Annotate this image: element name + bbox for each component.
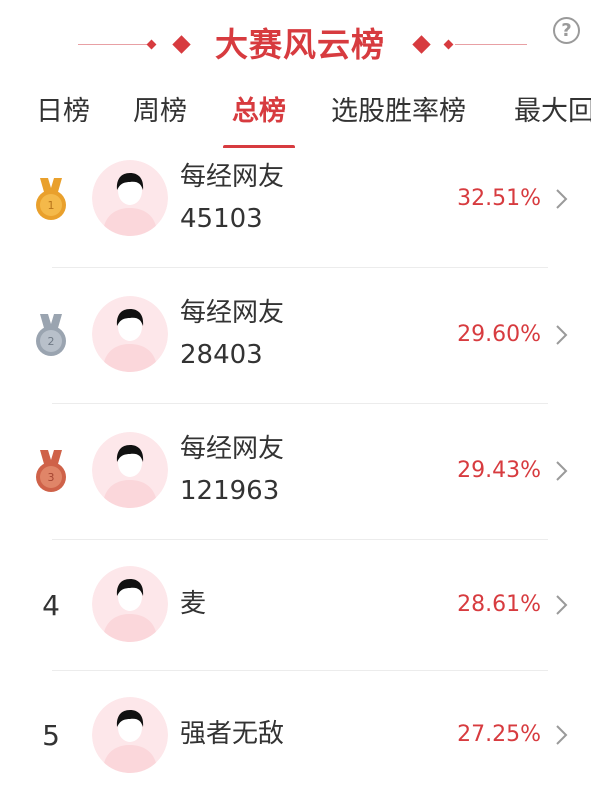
tab-max-drawdown[interactable]: 最大回 [514, 92, 591, 132]
user-name: 强者无敌 [180, 719, 285, 749]
ranking-row[interactable]: 2 每经网友 28403 29.60% [0, 268, 591, 403]
ranking-row[interactable]: 1 每经网友 45103 32.51% [0, 150, 591, 267]
return-rate: 32.51% [457, 186, 541, 211]
svg-text:1: 1 [48, 199, 55, 212]
ranking-row[interactable]: 5 强者无敌 27.25% [0, 671, 591, 797]
header-decoration-diamond [146, 39, 157, 50]
chevron-right-icon [556, 725, 568, 745]
tab-overall[interactable]: 总榜 [232, 92, 286, 132]
gold-medal-icon: 1 [36, 178, 66, 220]
rank-number: 5 [42, 719, 60, 752]
header-decoration-diamond [412, 35, 431, 54]
user-name: 麦 [180, 589, 207, 619]
avatar [92, 566, 168, 642]
svg-text:3: 3 [48, 471, 55, 484]
bronze-medal-icon: 3 [36, 450, 66, 492]
chevron-right-icon [556, 189, 568, 209]
tab-daily[interactable]: 日榜 [36, 92, 90, 132]
avatar [92, 432, 168, 508]
chevron-right-icon [556, 461, 568, 481]
header-decoration-diamond [172, 35, 191, 54]
svg-text:2: 2 [48, 335, 55, 348]
header-decoration-diamond [443, 39, 454, 50]
user-name: 每经网友 [180, 162, 285, 192]
user-id: 45103 [180, 204, 263, 234]
tab-weekly[interactable]: 周榜 [133, 92, 187, 132]
ranking-row[interactable]: 4 麦 28.61% [0, 540, 591, 670]
avatar [92, 296, 168, 372]
user-id: 28403 [180, 340, 263, 370]
rank-number: 4 [42, 589, 60, 622]
return-rate: 27.25% [457, 722, 541, 747]
silver-medal-icon: 2 [36, 314, 66, 356]
return-rate: 29.60% [457, 322, 541, 347]
return-rate: 29.43% [457, 458, 541, 483]
help-button[interactable]: ? [553, 17, 580, 44]
avatar [92, 160, 168, 236]
user-name: 每经网友 [180, 298, 285, 328]
chevron-right-icon [556, 325, 568, 345]
leaderboard-header: 大赛风云榜 ? [0, 0, 591, 90]
user-name: 每经网友 [180, 434, 285, 464]
return-rate: 28.61% [457, 592, 541, 617]
tab-stock-win-rate[interactable]: 选股胜率榜 [331, 92, 466, 132]
active-tab-indicator [223, 145, 295, 148]
user-id: 121963 [180, 476, 280, 506]
chevron-right-icon [556, 595, 568, 615]
ranking-tabs: 日榜 周榜 总榜 选股胜率榜 最大回 [0, 88, 591, 148]
header-decoration-line-left [78, 44, 148, 45]
header-decoration-line-right [455, 44, 527, 45]
ranking-row[interactable]: 3 每经网友 121963 29.43% [0, 404, 591, 539]
page-title: 大赛风云榜 [215, 25, 385, 64]
avatar [92, 697, 168, 773]
